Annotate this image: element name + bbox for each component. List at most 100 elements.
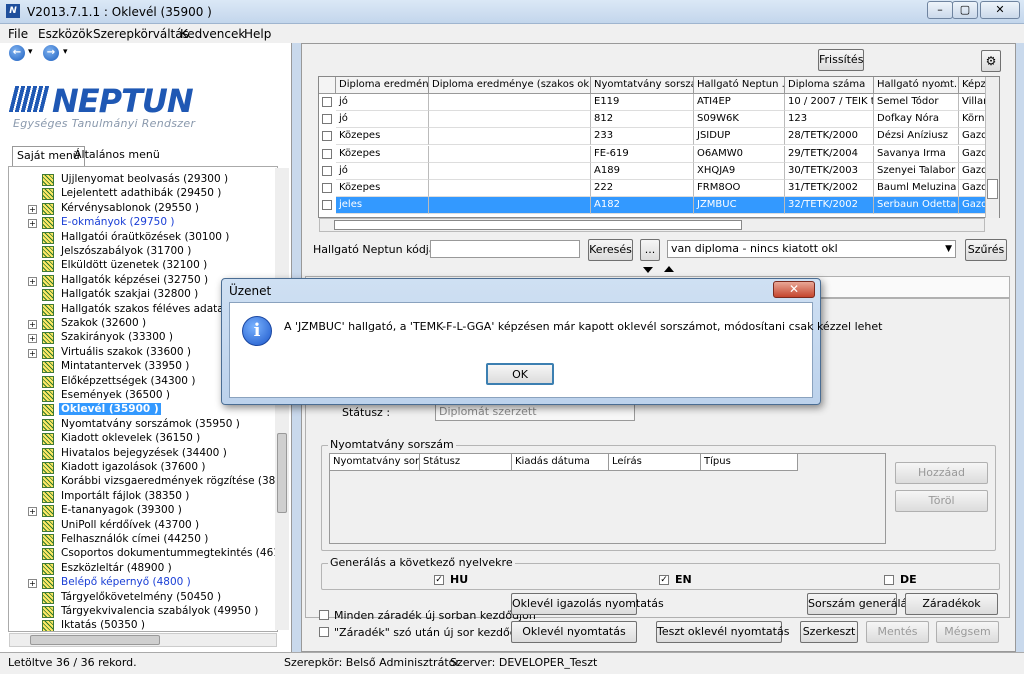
grid-cell[interactable]: 222	[591, 180, 694, 197]
serial-generate-button[interactable]: Sorszám generálás	[807, 593, 913, 615]
tree-horizontal-scrollbar[interactable]	[9, 633, 277, 647]
menu-eszkozok[interactable]: Eszközök	[38, 27, 93, 41]
refresh-button[interactable]: Frissítés	[818, 49, 864, 71]
col-statusz[interactable]: Státusz	[420, 454, 512, 471]
grid-cell[interactable]: jó	[336, 111, 429, 129]
back-icon[interactable]: ←	[9, 45, 25, 61]
grid-cell[interactable]: JSIDUP	[694, 128, 785, 146]
grid-cell[interactable]	[429, 94, 591, 111]
row-checkbox[interactable]	[322, 148, 332, 159]
grid-cell[interactable]	[429, 197, 591, 215]
grid-cell[interactable]: ATI4EP	[694, 94, 785, 111]
edit-button[interactable]: Szerkeszt	[800, 621, 858, 643]
grid-column-header[interactable]: Diploma száma	[785, 77, 874, 94]
grid-cell[interactable]: 32/TETK/2002	[785, 197, 874, 215]
delete-button[interactable]: Töröl	[895, 490, 988, 512]
grid-cell[interactable]: Közepes	[336, 180, 429, 197]
grid-cell[interactable]: A189	[591, 162, 694, 180]
grid-column-header[interactable]: Diploma eredménye (szakos oklevél)	[429, 77, 591, 94]
tab-altalanos-menu[interactable]: Általános menü	[70, 146, 164, 165]
grid-horizontal-scrollbar[interactable]	[319, 218, 985, 232]
row-checkbox[interactable]	[322, 131, 332, 142]
grid-cell[interactable]: Közepes	[336, 145, 429, 163]
maximize-button[interactable]: ▢	[952, 1, 978, 19]
hu-checkbox[interactable]: ✓	[434, 575, 444, 585]
grid-cell[interactable]: Bauml Meluzina	[874, 180, 959, 197]
back-dropdown-icon[interactable]: ▾	[28, 47, 33, 57]
grid-hscroll-thumb[interactable]	[334, 220, 742, 230]
forward-dropdown-icon[interactable]: ▾	[63, 47, 68, 57]
clauses-button[interactable]: Záradékok	[905, 593, 998, 615]
grid-cell[interactable]: Serbaun Odetta	[874, 197, 959, 215]
col-tipus[interactable]: Típus	[701, 454, 798, 471]
expand-icon[interactable]: +	[28, 334, 37, 344]
expand-icon[interactable]: +	[28, 219, 37, 229]
grid-cell[interactable]	[429, 180, 591, 197]
grid-cell[interactable]: Savanya Irma	[874, 145, 959, 163]
dialog-close-button[interactable]: ✕	[773, 281, 815, 298]
row-checkbox[interactable]	[322, 97, 332, 107]
grid-cell[interactable]	[429, 111, 591, 129]
expand-icon[interactable]: +	[28, 579, 37, 589]
grid-column-header[interactable]: Diploma eredménye	[336, 77, 429, 94]
row-checkbox[interactable]	[322, 165, 332, 176]
tree-hscroll-thumb[interactable]	[30, 635, 160, 645]
grid-cell[interactable]: A182	[591, 197, 694, 215]
grid-cell[interactable]: 29/TETK/2004	[785, 145, 874, 163]
grid-cell[interactable]: FRM8OO	[694, 180, 785, 197]
settings-icon[interactable]: ⚙	[981, 50, 1001, 72]
menu-help[interactable]: Help	[244, 27, 271, 41]
chevron-down-icon[interactable]: ▼	[945, 241, 952, 257]
col-kiadas-datuma[interactable]: Kiadás dátuma	[512, 454, 609, 471]
minimize-button[interactable]: –	[927, 1, 953, 19]
grid-cell[interactable]: 10 / 2007 / TEIK te	[785, 94, 874, 111]
diploma-print-button[interactable]: Oklevél nyomtatás	[511, 621, 637, 643]
grid-cell[interactable]: Közepes	[336, 128, 429, 146]
neptun-code-input[interactable]	[430, 240, 580, 258]
grid-cell[interactable]: 233	[591, 128, 694, 146]
grid-cell[interactable]: Dézsi Aníziusz	[874, 128, 959, 146]
row-checkbox[interactable]	[322, 200, 332, 211]
grid-cell[interactable]: Semel Tódor	[874, 94, 959, 111]
menu-file[interactable]: File	[8, 27, 28, 41]
add-button[interactable]: Hozzáad	[895, 462, 988, 484]
ellipsis-button[interactable]: ...	[640, 239, 660, 261]
grid-cell[interactable]: 28/TETK/2000	[785, 128, 874, 146]
grid-column-header[interactable]: Hallgató Neptun ...	[694, 77, 785, 94]
grid-cell[interactable]	[429, 128, 591, 146]
grid-column-header[interactable]: Nyomtatvány sorszám	[591, 77, 694, 94]
expand-icon[interactable]: +	[28, 276, 37, 286]
grid-cell[interactable]: Dofkay Nóra	[874, 111, 959, 129]
filter-combo[interactable]: van diploma - nincs kiatott okl ▼	[667, 240, 956, 258]
grid-cell[interactable]: O6AMW0	[694, 145, 785, 163]
col-nyomtatvany-sorszam[interactable]: Nyomtatvány sors...	[330, 454, 420, 471]
row-checkbox[interactable]	[322, 114, 332, 125]
grid-vertical-scrollbar[interactable]	[985, 77, 999, 218]
row-checkbox[interactable]	[322, 183, 332, 193]
grid-cell[interactable]: E119	[591, 94, 694, 111]
expand-icon[interactable]: +	[28, 507, 37, 517]
save-button[interactable]: Mentés	[866, 621, 929, 643]
grid-cell[interactable]: jeles	[336, 197, 429, 215]
grid-cell[interactable]: 31/TETK/2002	[785, 180, 874, 197]
option-new-line-checkbox[interactable]	[319, 610, 329, 620]
certificate-print-button[interactable]: Oklevél igazolás nyomtatás	[511, 593, 664, 615]
grid-cell[interactable]: S09W6K	[694, 111, 785, 129]
grid-cell[interactable]: 123	[785, 111, 874, 129]
grid-cell[interactable]: XHQJA9	[694, 162, 785, 180]
grid-cell[interactable]: 812	[591, 111, 694, 129]
grid-cell[interactable]: Szenyei Talabor	[874, 162, 959, 180]
collapse-up-icon[interactable]	[664, 266, 674, 272]
close-window-button[interactable]: ✕	[980, 1, 1020, 19]
grid-cell[interactable]: jó	[336, 162, 429, 180]
grid-cell[interactable]	[429, 162, 591, 180]
expand-icon[interactable]: +	[28, 320, 37, 329]
grid-cell[interactable]: jó	[336, 94, 429, 111]
filter-button[interactable]: Szűrés	[965, 239, 1007, 261]
forward-icon[interactable]: →	[43, 45, 59, 61]
grid-scroll-thumb[interactable]	[987, 179, 998, 199]
grid-cell[interactable]: FE-619	[591, 145, 694, 163]
grid-cell[interactable]: JZMBUC	[694, 197, 785, 215]
expand-icon[interactable]: +	[28, 348, 37, 358]
grid-cell[interactable]: 30/TETK/2003	[785, 162, 874, 180]
